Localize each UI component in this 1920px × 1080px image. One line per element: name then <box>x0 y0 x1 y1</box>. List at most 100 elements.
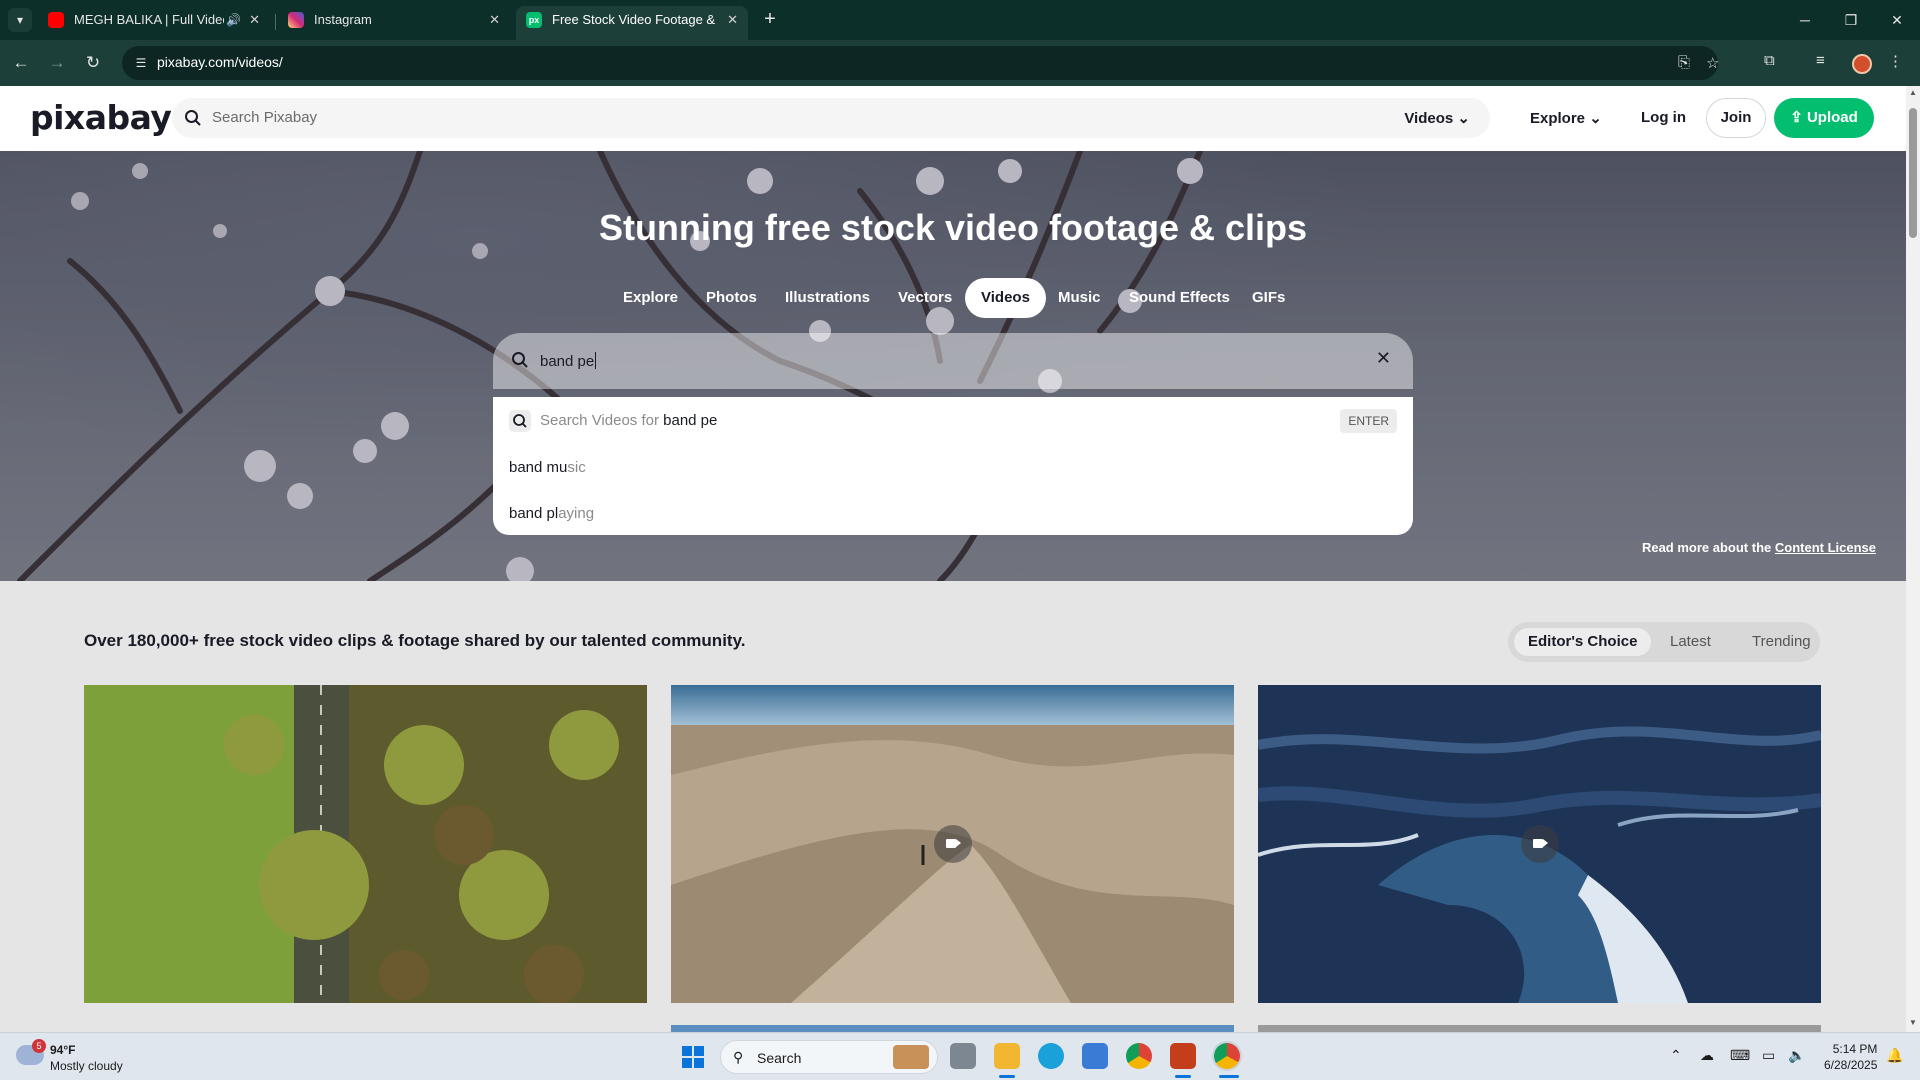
chrome-icon[interactable] <box>1126 1043 1152 1069</box>
maximize-button[interactable]: ❐ <box>1828 6 1874 34</box>
suggestion-prefix: Search Videos for <box>540 412 664 429</box>
search-icon <box>512 352 528 368</box>
tab-search-menu-icon[interactable]: ▾ <box>8 8 32 32</box>
chevron-down-icon: ⌄ <box>1589 110 1602 127</box>
next-row-thumbnail-edge <box>671 1025 1234 1032</box>
edge-browser-icon[interactable] <box>1038 1043 1064 1069</box>
intro-text: Over 180,000+ free stock video clips & f… <box>84 631 746 650</box>
video-thumbnail-road[interactable] <box>84 685 647 1003</box>
address-bar[interactable]: ☰ pixabay.com/videos/ ⎘ ☆ <box>122 46 1719 80</box>
video-search-input[interactable]: band pe ✕ <box>493 333 1413 389</box>
back-button[interactable]: ← <box>8 50 34 76</box>
windows-taskbar: 5 94°F Mostly cloudy ⚲ Search ⌃ ☁ ⌨ ▭ 🔈 … <box>0 1032 1920 1080</box>
browser-tab-youtube[interactable]: MEGH BALIKA | Full Video S 🔊 ✕ <box>38 6 270 40</box>
task-view-icon[interactable] <box>950 1043 976 1069</box>
suggestion-completion: aying <box>558 505 595 522</box>
instagram-favicon-icon <box>288 12 304 28</box>
clock-date: 6/28/2025 <box>1824 1058 1878 1072</box>
minimize-button[interactable]: ─ <box>1782 6 1828 34</box>
upload-button[interactable]: ⇪ Upload <box>1774 98 1874 138</box>
suggestion-item[interactable]: band music <box>509 459 586 476</box>
extensions-icon[interactable]: ⧉ <box>1764 52 1775 69</box>
video-camera-icon <box>933 825 972 863</box>
tab-illustrations[interactable]: Illustrations <box>785 278 870 318</box>
suggestion-completion: sic <box>567 459 586 476</box>
media-type-dropdown[interactable]: Videos ⌄ <box>1404 109 1470 127</box>
close-window-button[interactable]: ✕ <box>1874 6 1920 34</box>
tab-vectors[interactable]: Vectors <box>898 278 952 318</box>
microsoft-store-icon[interactable] <box>1082 1043 1108 1069</box>
system-clock[interactable]: 5:14 PM 6/28/2025 <box>1824 1041 1877 1073</box>
suggestion-typed: band pl <box>509 505 559 522</box>
url-text[interactable]: pixabay.com/videos/ <box>157 54 283 70</box>
browser-tab-pixabay[interactable]: px Free Stock Video Footage & Vi ✕ <box>516 6 748 40</box>
powerpoint-icon[interactable] <box>1170 1043 1196 1069</box>
forward-button[interactable]: → <box>44 50 70 76</box>
chrome-profile-icon[interactable] <box>1214 1043 1240 1069</box>
search-icon <box>185 110 201 126</box>
header-search-bar[interactable]: Search Pixabay Videos ⌄ <box>172 98 1490 138</box>
windows-start-icon[interactable] <box>682 1046 704 1068</box>
media-control-icon[interactable]: ≡ <box>1816 52 1825 69</box>
tab-close-icon[interactable]: ✕ <box>727 6 738 34</box>
suggestion-search-videos[interactable]: Search Videos for band pe <box>540 412 717 429</box>
sort-latest[interactable]: Latest <box>1656 628 1725 656</box>
audio-playing-icon[interactable]: 🔊 <box>226 6 241 34</box>
upload-icon: ⇪ <box>1790 109 1803 126</box>
clear-search-icon[interactable]: ✕ <box>1376 348 1391 369</box>
site-header: pixabay Search Pixabay Videos ⌄ Explore … <box>0 86 1906 151</box>
file-explorer-icon[interactable] <box>994 1043 1020 1069</box>
tab-explore[interactable]: Explore <box>623 278 678 318</box>
keyboard-layout-icon[interactable]: ⌨ <box>1730 1047 1750 1064</box>
tab-videos[interactable]: Videos <box>965 278 1046 318</box>
weather-condition: Mostly cloudy <box>50 1059 123 1073</box>
search-icon: ⚲ <box>733 1049 744 1065</box>
search-input-value[interactable]: band pe <box>540 352 597 370</box>
reload-button[interactable]: ↻ <box>80 50 106 76</box>
app-running-indicator <box>1175 1075 1191 1078</box>
sort-editors-choice[interactable]: Editor's Choice <box>1514 628 1652 656</box>
explore-menu[interactable]: Explore ⌄ <box>1530 109 1602 127</box>
next-row-thumbnail-edge <box>1258 1025 1821 1032</box>
browser-tab-bar: ▾ MEGH BALIKA | Full Video S 🔊 ✕ Instagr… <box>0 0 1920 40</box>
video-thumbnail-desert[interactable] <box>671 685 1234 1003</box>
hero-title: Stunning free stock video footage & clip… <box>598 207 1308 248</box>
road-aerial-image <box>84 685 647 1003</box>
profile-avatar[interactable] <box>1852 54 1872 74</box>
taskbar-search-box[interactable]: ⚲ Search <box>720 1040 938 1074</box>
tab-close-icon[interactable]: ✕ <box>249 6 260 34</box>
bookmark-star-icon[interactable]: ☆ <box>1706 54 1719 72</box>
chevron-down-icon: ⌄ <box>1457 110 1470 127</box>
tab-close-icon[interactable]: ✕ <box>489 6 500 34</box>
scrollbar-thumb[interactable] <box>1909 108 1917 238</box>
tab-title: MEGH BALIKA | Full Video S <box>74 12 224 27</box>
tab-sound-effects[interactable]: Sound Effects <box>1129 278 1230 318</box>
video-camera-icon <box>1520 825 1559 863</box>
browser-tab-instagram[interactable]: Instagram ✕ <box>278 6 510 40</box>
notification-bell-icon[interactable]: 🔔 <box>1886 1047 1903 1064</box>
new-tab-button[interactable]: + <box>758 8 782 32</box>
tab-photos[interactable]: Photos <box>706 278 757 318</box>
show-hidden-icons-chevron-icon[interactable]: ⌃ <box>1670 1047 1682 1064</box>
sort-trending[interactable]: Trending <box>1738 628 1825 656</box>
suggestion-item[interactable]: band playing <box>509 505 594 522</box>
browser-menu-icon[interactable]: ⋮ <box>1888 52 1903 70</box>
onedrive-icon[interactable]: ☁ <box>1700 1047 1714 1064</box>
volume-icon[interactable]: 🔈 <box>1788 1047 1805 1064</box>
login-link[interactable]: Log in <box>1641 109 1686 126</box>
tab-music[interactable]: Music <box>1058 278 1101 318</box>
scroll-down-arrow-icon[interactable]: ▼ <box>1909 1018 1917 1027</box>
tab-gifs[interactable]: GIFs <box>1252 278 1285 318</box>
install-app-icon[interactable]: ⎘ <box>1678 54 1690 71</box>
network-icon[interactable]: ▭ <box>1762 1047 1775 1064</box>
sort-toggle: Editor's Choice Latest Trending <box>1508 622 1820 662</box>
content-license-link[interactable]: Content License <box>1775 540 1876 555</box>
video-thumbnail-ocean[interactable] <box>1258 685 1821 1003</box>
pixabay-logo[interactable]: pixabay <box>30 98 172 137</box>
scroll-up-arrow-icon[interactable]: ▲ <box>1909 88 1917 97</box>
join-button[interactable]: Join <box>1706 98 1766 138</box>
youtube-favicon-icon <box>48 12 64 28</box>
page-scrollbar[interactable]: ▲ ▼ <box>1906 86 1920 1032</box>
search-placeholder: Search Pixabay <box>212 109 318 126</box>
site-info-icon[interactable]: ☰ <box>132 54 150 72</box>
